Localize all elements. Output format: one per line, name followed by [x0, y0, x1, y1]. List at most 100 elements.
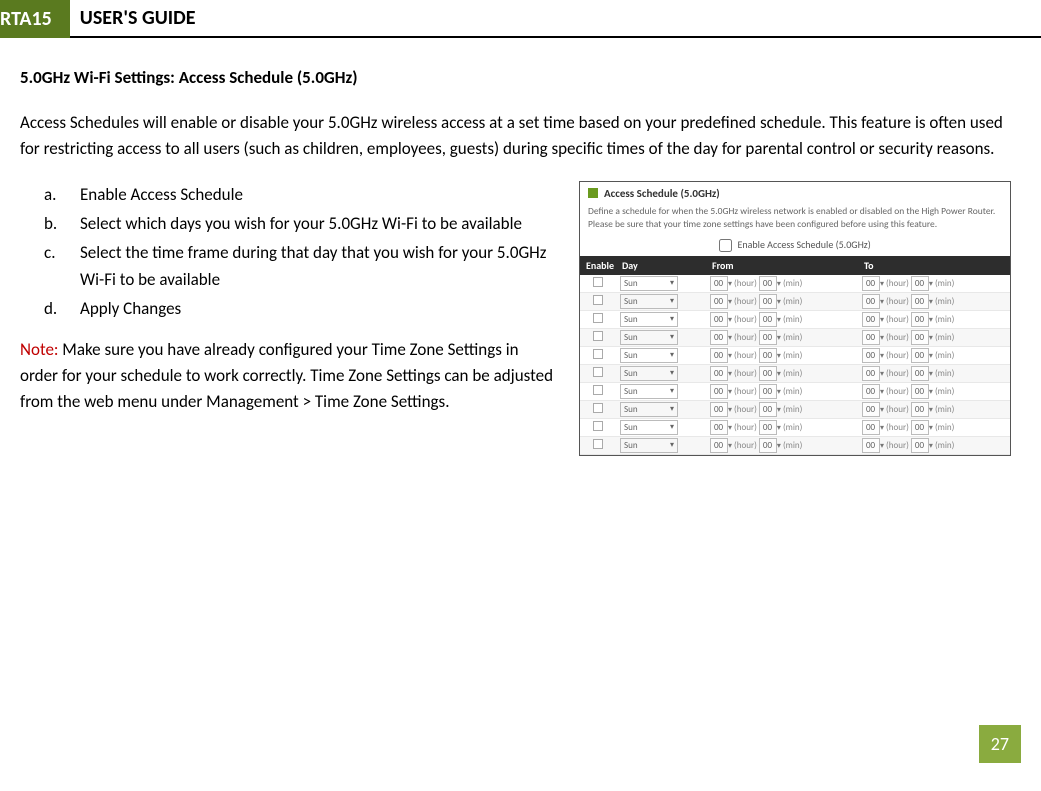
chevron-down-icon: ▾: [670, 439, 674, 452]
hour-unit-label: (hour): [884, 422, 911, 433]
doc-title: USER'S GUIDE: [70, 0, 1041, 38]
min-unit-label: (min): [933, 440, 954, 451]
min-unit-label: (min): [781, 422, 802, 433]
to-min-select[interactable]: 00: [911, 276, 929, 291]
hour-unit-label: (hour): [732, 350, 759, 361]
row-enable-checkbox[interactable]: [593, 403, 603, 413]
min-unit-label: (min): [933, 278, 954, 289]
row-enable-checkbox[interactable]: [593, 277, 603, 287]
from-hour-select[interactable]: 00: [710, 294, 728, 309]
to-hour-select[interactable]: 00: [862, 276, 880, 291]
step-item: b.Select which days you wish for your 5.…: [44, 210, 557, 237]
to-min-select[interactable]: 00: [911, 348, 929, 363]
table-row: Sun▾00▾ (hour) 00▾ (min)00▾ (hour) 00▾ (…: [580, 419, 1010, 437]
to-hour-select[interactable]: 00: [862, 438, 880, 453]
table-row: Sun▾00▾ (hour) 00▾ (min)00▾ (hour) 00▾ (…: [580, 365, 1010, 383]
day-select[interactable]: Sun▾: [620, 438, 678, 453]
row-enable-checkbox[interactable]: [593, 439, 603, 449]
th-enable: Enable: [580, 256, 616, 275]
to-min-select[interactable]: 00: [911, 366, 929, 381]
row-enable-checkbox[interactable]: [593, 331, 603, 341]
min-unit-label: (min): [781, 296, 802, 307]
th-day: Day: [616, 256, 706, 275]
from-hour-select[interactable]: 00: [710, 366, 728, 381]
chevron-down-icon: ▾: [670, 277, 674, 290]
from-hour-select[interactable]: 00: [710, 402, 728, 417]
square-icon: [588, 188, 598, 198]
day-select[interactable]: Sun▾: [620, 276, 678, 291]
hour-unit-label: (hour): [732, 422, 759, 433]
from-min-select[interactable]: 00: [759, 384, 777, 399]
row-enable-checkbox[interactable]: [593, 421, 603, 431]
min-unit-label: (min): [781, 314, 802, 325]
day-select[interactable]: Sun▾: [620, 420, 678, 435]
enable-schedule-checkbox[interactable]: [719, 239, 732, 252]
hour-unit-label: (hour): [732, 386, 759, 397]
hour-unit-label: (hour): [732, 368, 759, 379]
row-enable-checkbox[interactable]: [593, 313, 603, 323]
step-marker: c.: [44, 239, 62, 293]
to-min-select[interactable]: 00: [911, 420, 929, 435]
chevron-down-icon: ▾: [670, 403, 674, 416]
chevron-down-icon: ▾: [670, 313, 674, 326]
from-min-select[interactable]: 00: [759, 420, 777, 435]
intro-paragraph: Access Schedules will enable or disable …: [20, 110, 1011, 163]
hour-unit-label: (hour): [732, 404, 759, 415]
row-enable-checkbox[interactable]: [593, 385, 603, 395]
to-hour-select[interactable]: 00: [862, 330, 880, 345]
from-min-select[interactable]: 00: [759, 348, 777, 363]
hour-unit-label: (hour): [884, 350, 911, 361]
from-hour-select[interactable]: 00: [710, 420, 728, 435]
step-item: c. Select the time frame during that day …: [44, 239, 557, 293]
row-enable-checkbox[interactable]: [593, 349, 603, 359]
to-min-select[interactable]: 00: [911, 438, 929, 453]
to-hour-select[interactable]: 00: [862, 348, 880, 363]
to-hour-select[interactable]: 00: [862, 384, 880, 399]
min-unit-label: (min): [781, 332, 802, 343]
to-hour-select[interactable]: 00: [862, 402, 880, 417]
from-min-select[interactable]: 00: [759, 276, 777, 291]
table-row: Sun▾00▾ (hour) 00▾ (min)00▾ (hour) 00▾ (…: [580, 311, 1010, 329]
step-text: Select the time frame during that day th…: [80, 239, 557, 293]
day-select[interactable]: Sun▾: [620, 366, 678, 381]
day-select[interactable]: Sun▾: [620, 312, 678, 327]
row-enable-checkbox[interactable]: [593, 367, 603, 377]
hour-unit-label: (hour): [884, 404, 911, 415]
min-unit-label: (min): [781, 368, 802, 379]
from-min-select[interactable]: 00: [759, 438, 777, 453]
day-select[interactable]: Sun▾: [620, 330, 678, 345]
to-hour-select[interactable]: 00: [862, 366, 880, 381]
to-min-select[interactable]: 00: [911, 294, 929, 309]
from-min-select[interactable]: 00: [759, 312, 777, 327]
day-select[interactable]: Sun▾: [620, 294, 678, 309]
to-min-select[interactable]: 00: [911, 402, 929, 417]
to-min-select[interactable]: 00: [911, 312, 929, 327]
from-hour-select[interactable]: 00: [710, 384, 728, 399]
from-min-select[interactable]: 00: [759, 366, 777, 381]
day-select[interactable]: Sun▾: [620, 348, 678, 363]
hour-unit-label: (hour): [732, 314, 759, 325]
to-min-select[interactable]: 00: [911, 330, 929, 345]
schedule-table: Enable Day From To Sun▾00▾ (hour) 00▾ (m…: [580, 256, 1010, 455]
from-hour-select[interactable]: 00: [710, 312, 728, 327]
chevron-down-icon: ▾: [670, 367, 674, 380]
from-hour-select[interactable]: 00: [710, 348, 728, 363]
to-hour-select[interactable]: 00: [862, 294, 880, 309]
min-unit-label: (min): [781, 404, 802, 415]
from-min-select[interactable]: 00: [759, 294, 777, 309]
day-select[interactable]: Sun▾: [620, 384, 678, 399]
th-from: From: [706, 256, 858, 275]
from-hour-select[interactable]: 00: [710, 330, 728, 345]
chevron-down-icon: ▾: [670, 385, 674, 398]
day-select[interactable]: Sun▾: [620, 402, 678, 417]
step-text: Apply Changes: [80, 295, 181, 322]
from-min-select[interactable]: 00: [759, 330, 777, 345]
from-hour-select[interactable]: 00: [710, 276, 728, 291]
from-min-select[interactable]: 00: [759, 402, 777, 417]
to-hour-select[interactable]: 00: [862, 420, 880, 435]
to-min-select[interactable]: 00: [911, 384, 929, 399]
to-hour-select[interactable]: 00: [862, 312, 880, 327]
from-hour-select[interactable]: 00: [710, 438, 728, 453]
row-enable-checkbox[interactable]: [593, 295, 603, 305]
steps-list: a.Enable Access Scheduleb.Select which d…: [20, 181, 557, 323]
